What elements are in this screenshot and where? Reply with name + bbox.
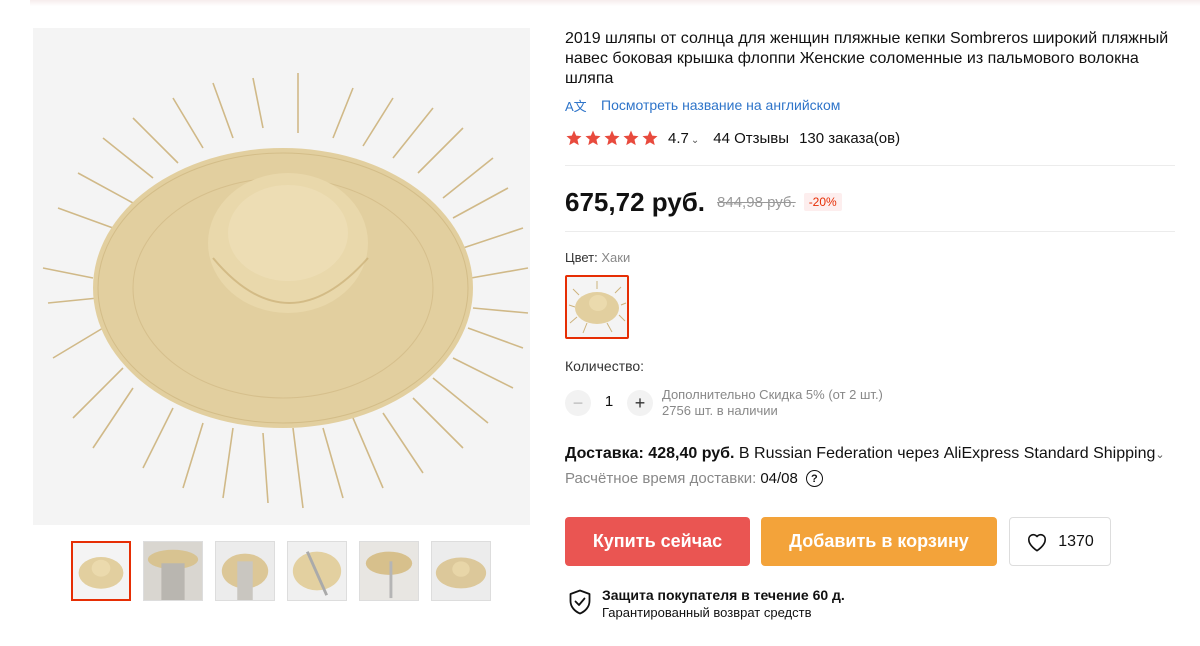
wishlist-count: 1370: [1058, 532, 1094, 550]
buyer-protection: Защита покупателя в течение 60 д. Гарант…: [568, 586, 845, 622]
rating-stars: [565, 129, 660, 147]
discount-badge: -20%: [803, 193, 842, 211]
reviews-link[interactable]: 44 Отзывы: [713, 130, 789, 147]
protection-title: Защита покупателя в течение 60 д.: [602, 587, 845, 603]
buy-now-button[interactable]: Купить сейчас: [565, 517, 750, 566]
quantity-input[interactable]: 1: [594, 393, 624, 410]
eta-label: Расчётное время доставки:: [565, 470, 757, 487]
thumbnail-3[interactable]: [215, 541, 275, 601]
translate-title-link[interactable]: A文 Посмотреть название на английском: [565, 95, 840, 115]
header-shadow: [30, 0, 1200, 6]
star-icon: [584, 129, 603, 147]
thumbnail-4[interactable]: [287, 541, 347, 601]
straw-hat-image: [33, 28, 530, 525]
star-icon: [565, 129, 584, 147]
price-row: 675,72 руб. 844,98 руб. -20%: [565, 184, 842, 220]
wishlist-button[interactable]: 1370: [1009, 517, 1111, 566]
star-icon: [622, 129, 641, 147]
star-icon: [603, 129, 622, 147]
old-price: 844,98 руб.: [717, 193, 796, 211]
hat-thumbnail-icon: [144, 542, 202, 600]
protection-text: Защита покупателя в течение 60 д. Гарант…: [602, 586, 845, 622]
hat-thumbnail-icon: [73, 543, 129, 599]
rating-value[interactable]: 4.7 ⌄: [668, 130, 699, 147]
current-price: 675,72 руб.: [565, 186, 706, 217]
quantity-decrease-button[interactable]: −: [565, 390, 591, 416]
color-option-khaki[interactable]: [565, 275, 629, 339]
delivery-price: Доставка: 428,40 руб.: [565, 445, 735, 462]
rating-number: 4.7: [668, 129, 689, 147]
color-value: Хаки: [601, 250, 631, 265]
chevron-down-icon: ⌄: [1155, 449, 1165, 461]
thumbnail-strip: [71, 541, 501, 603]
quantity-info: Дополнительно Скидка 5% (от 2 шт.) 2756 …: [662, 387, 883, 419]
hat-thumbnail-icon: [360, 542, 418, 600]
thumbnail-1[interactable]: [71, 541, 131, 601]
add-to-cart-button[interactable]: Добавить в корзину: [761, 517, 997, 566]
hat-thumbnail-icon: [432, 542, 490, 600]
eta-date: 04/08: [760, 470, 798, 487]
thumbnail-5[interactable]: [359, 541, 419, 601]
translate-icon: A文: [565, 99, 587, 114]
hat-thumbnail-icon: [288, 542, 346, 600]
delivery-info[interactable]: Доставка: 428,40 руб. В Russian Federati…: [565, 445, 1165, 463]
thumbnail-6[interactable]: [431, 541, 491, 601]
help-icon[interactable]: ?: [805, 470, 823, 487]
quantity-increase-button[interactable]: +: [627, 390, 653, 416]
thumbnail-2[interactable]: [143, 541, 203, 601]
product-title: 2019 шляпы от солнца для женщин пляжные …: [565, 30, 1169, 87]
color-label-text: Цвет:: [565, 250, 598, 265]
shield-check-icon: [569, 589, 591, 615]
quantity-label: Количество:: [565, 358, 645, 374]
divider: [565, 231, 1175, 232]
divider: [565, 165, 1175, 166]
rating-row: 4.7 ⌄ 44 Отзывы 130 заказа(ов): [565, 128, 900, 148]
color-label: Цвет: Хаки: [565, 250, 630, 265]
stock-count: 2756 шт. в наличии: [662, 403, 778, 418]
star-icon: [641, 129, 660, 147]
heart-icon: [1028, 533, 1047, 551]
delivery-eta: Расчётное время доставки: 04/08 ?: [565, 470, 823, 487]
chevron-down-icon: ⌄: [690, 134, 700, 146]
orders-count: 130 заказа(ов): [799, 129, 901, 147]
translate-link-label: Посмотреть название на английском: [601, 97, 841, 113]
bulk-discount-note: Дополнительно Скидка 5% (от 2 шт.): [662, 387, 883, 402]
delivery-route: В Russian Federation через AliExpress St…: [734, 445, 1156, 462]
hat-swatch-icon: [567, 277, 627, 337]
hat-thumbnail-icon: [216, 542, 274, 600]
main-product-image[interactable]: [33, 28, 530, 525]
protection-subtitle: Гарантированный возврат средств: [602, 605, 812, 620]
